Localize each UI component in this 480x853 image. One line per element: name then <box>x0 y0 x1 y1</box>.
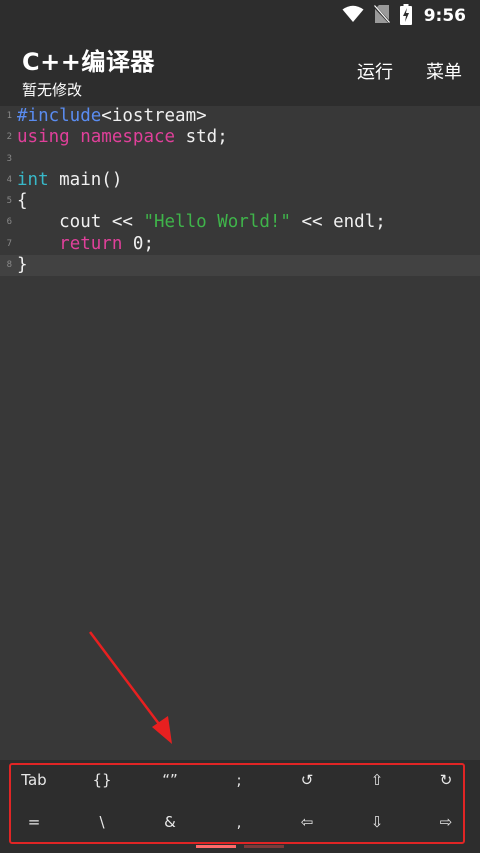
code-line[interactable]: 7 return 0; <box>0 234 480 255</box>
battery-charging-icon <box>399 3 412 29</box>
key-backslash[interactable]: \ <box>72 809 132 835</box>
code-text[interactable]: cout << "Hello World!" << endl; <box>17 212 386 233</box>
key-arrow-left[interactable]: ⇦ <box>277 809 337 835</box>
app-title: C++编译器 <box>22 48 155 76</box>
line-number: 8 <box>6 260 12 271</box>
code-token: std; <box>175 127 228 148</box>
code-text[interactable]: using namespace std; <box>17 127 228 148</box>
code-text[interactable]: #include<iostream> <box>17 106 207 127</box>
key-undo[interactable]: ↺ <box>277 767 337 793</box>
app-bar: C++编译器 暂无修改 运行 菜单 <box>0 32 480 106</box>
key-comma[interactable]: , <box>209 809 269 835</box>
wifi-icon <box>342 5 364 27</box>
menu-button[interactable]: 菜单 <box>426 58 462 84</box>
code-token: 0; <box>122 233 154 254</box>
run-button[interactable]: 运行 <box>357 58 393 84</box>
code-token: cout << <box>17 212 144 233</box>
line-number: 5 <box>6 196 12 207</box>
status-time: 9:56 <box>423 6 466 26</box>
key-ampersand[interactable]: & <box>140 809 200 835</box>
code-line[interactable]: 1 #include<iostream> <box>0 106 480 127</box>
status-bar: 9:56 <box>0 0 480 32</box>
symbol-keyboard: Tab {} “”; ↺ ⇧ ↻ = \ &, ⇦ ⇩ ⇨ <box>0 760 480 853</box>
code-text[interactable]: } <box>17 255 28 276</box>
key-arrow-down[interactable]: ⇩ <box>347 809 407 835</box>
line-number: 1 <box>6 111 12 121</box>
code-line[interactable]: 2 using namespace std; <box>0 127 480 148</box>
no-sim-icon <box>372 4 391 28</box>
key-arrow-right[interactable]: ⇨ <box>416 809 476 835</box>
status-icons: 9:56 <box>342 0 466 32</box>
code-line[interactable]: 3 <box>0 149 480 170</box>
line-number: 4 <box>6 174 12 185</box>
code-line[interactable]: 8} <box>0 255 480 277</box>
code-token: main() <box>48 169 123 190</box>
line-number: 7 <box>6 238 12 249</box>
code-token: namespace <box>80 127 176 148</box>
key-tab[interactable]: Tab <box>4 767 64 793</box>
key-equals[interactable]: = <box>4 809 64 835</box>
code-token: return <box>59 233 123 254</box>
code-text[interactable]: return 0; <box>17 234 154 255</box>
code-text[interactable]: { <box>17 191 28 212</box>
code-token: { <box>17 191 28 212</box>
code-line[interactable]: 4 int main() <box>0 170 480 191</box>
key-quotes[interactable]: “” <box>140 767 200 793</box>
code-token: "Hello World!" <box>143 212 291 233</box>
key-redo[interactable]: ↻ <box>416 767 476 793</box>
line-number: 3 <box>6 153 12 164</box>
code-token: #include <box>17 106 102 126</box>
page-indicator <box>244 845 284 848</box>
key-shift-up[interactable]: ⇧ <box>347 767 407 793</box>
code-text[interactable]: int main() <box>17 170 122 191</box>
line-number: 6 <box>6 217 12 228</box>
code-token: << endl; <box>290 212 386 233</box>
code-line[interactable]: 5{ <box>0 191 480 212</box>
key-semicolon[interactable]: ; <box>209 767 269 793</box>
line-number: 2 <box>6 132 12 143</box>
file-status-subtitle: 暂无修改 <box>22 81 83 99</box>
code-line[interactable]: 6 cout << "Hello World!" << endl; <box>0 212 480 233</box>
code-token: int <box>17 169 49 190</box>
code-token: <iostream> <box>101 106 207 126</box>
key-braces[interactable]: {} <box>72 767 132 793</box>
code-token: } <box>17 255 28 276</box>
code-token: using <box>17 127 70 148</box>
page-indicator-active <box>196 845 236 848</box>
code-editor[interactable]: 1 #include<iostream> 2 using namespace std;… <box>0 106 480 760</box>
